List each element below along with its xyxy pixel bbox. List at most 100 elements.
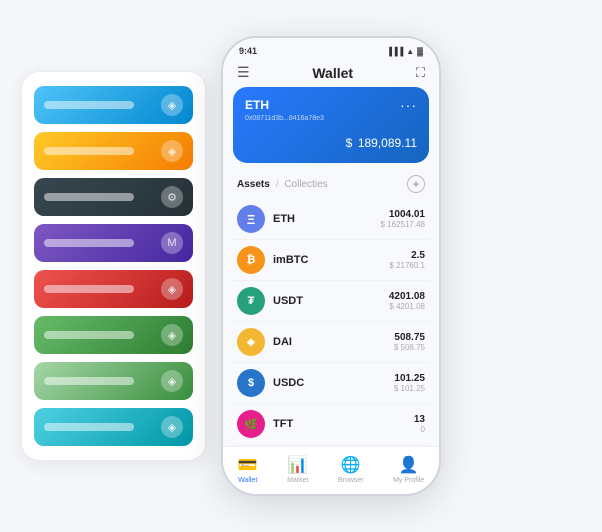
expand-icon[interactable]: ⛶ — [416, 65, 425, 81]
eth-card-header: ETH ··· — [245, 97, 417, 113]
left-wallet-panel: ◈ ◈ ⚙ M ◈ ◈ ◈ ◈ — [21, 71, 206, 461]
imbtc-amount: 2.5 — [389, 250, 425, 261]
tft-icon: 🌿 — [237, 410, 265, 438]
tft-name: TFT — [273, 418, 414, 430]
imbtc-icon: ₿ — [237, 246, 265, 274]
signal-icon: ▐▐▐ — [386, 47, 403, 56]
usdt-amounts: 4201.08 $ 4201.08 — [389, 291, 425, 311]
token-row-tft[interactable]: 🌿 TFT 13 0 — [233, 404, 429, 445]
phone-screen: 9:41 ▐▐▐ ▲ ▓ ☰ Wallet ⛶ ETH ··· 0x0871 — [223, 38, 439, 494]
card-text-dark — [44, 193, 134, 201]
card-text-lightgreen — [44, 377, 134, 385]
dai-icon: ◈ — [237, 328, 265, 356]
market-nav-label: Market — [287, 477, 308, 484]
token-row-usdc[interactable]: $ USDC 101.25 $ 101.25 — [233, 363, 429, 404]
eth-label: ETH — [245, 98, 269, 112]
eth-amounts: 1004.01 $ 162517.48 — [381, 209, 426, 229]
usdc-amounts: 101.25 $ 101.25 — [394, 373, 425, 393]
tft-usd: 0 — [414, 425, 425, 434]
card-text-purple — [44, 239, 134, 247]
assets-tabs: Assets / Collecties — [237, 179, 328, 190]
usdc-amount: 101.25 — [394, 373, 425, 384]
dai-name: DAI — [273, 336, 394, 348]
eth-card[interactable]: ETH ··· 0x08711d3b...8416a78e3 $ 189,089… — [233, 87, 429, 163]
tab-collecties[interactable]: Collecties — [284, 179, 327, 190]
token-row-usdt[interactable]: ₮ USDT 4201.08 $ 4201.08 — [233, 281, 429, 322]
token-list: Ξ ETH 1004.01 $ 162517.48 ₿ imBTC 2.5 $ … — [223, 199, 439, 446]
card-icon-orange: ◈ — [161, 140, 183, 162]
eth-amount: 1004.01 — [381, 209, 426, 220]
add-token-button[interactable]: + — [407, 175, 425, 193]
status-time: 9:41 — [239, 46, 257, 56]
wallet-nav-icon: 💳 — [238, 455, 258, 475]
card-text-red — [44, 285, 134, 293]
card-icon-purple: M — [161, 232, 183, 254]
profile-nav-icon: 👤 — [399, 455, 419, 475]
wallet-card-lightgreen[interactable]: ◈ — [34, 362, 193, 400]
tab-assets[interactable]: Assets — [237, 179, 270, 190]
card-text-skyblue — [44, 423, 134, 431]
browser-nav-label: Browser — [338, 477, 364, 484]
market-nav-icon: 📊 — [288, 455, 308, 475]
card-icon-green: ◈ — [161, 324, 183, 346]
dai-usd: $ 508.75 — [394, 343, 425, 352]
usdt-usd: $ 4201.08 — [389, 302, 425, 311]
status-icons: ▐▐▐ ▲ ▓ — [386, 47, 423, 56]
balance-amount: 189,089.11 — [358, 136, 417, 150]
scene: ◈ ◈ ⚙ M ◈ ◈ ◈ ◈ — [11, 11, 591, 521]
phone-mockup: 9:41 ▐▐▐ ▲ ▓ ☰ Wallet ⛶ ETH ··· 0x0871 — [221, 36, 441, 496]
usdc-icon: $ — [237, 369, 265, 397]
status-bar: 9:41 ▐▐▐ ▲ ▓ — [223, 38, 439, 60]
card-icon-blue: ◈ — [161, 94, 183, 116]
browser-nav-icon: 🌐 — [341, 455, 361, 475]
usdt-name: USDT — [273, 295, 389, 307]
eth-balance: $ 189,089.11 — [245, 130, 417, 153]
imbtc-usd: $ 21760.1 — [389, 261, 425, 270]
battery-icon: ▓ — [417, 47, 423, 56]
balance-currency: $ — [346, 136, 353, 150]
nav-item-market[interactable]: 📊 Market — [287, 455, 308, 484]
usdc-usd: $ 101.25 — [394, 384, 425, 393]
wallet-card-orange[interactable]: ◈ — [34, 132, 193, 170]
nav-item-browser[interactable]: 🌐 Browser — [338, 455, 364, 484]
dai-amount: 508.75 — [394, 332, 425, 343]
eth-icon: Ξ — [237, 205, 265, 233]
tft-amounts: 13 0 — [414, 414, 425, 434]
dai-amounts: 508.75 $ 508.75 — [394, 332, 425, 352]
wallet-card-purple[interactable]: M — [34, 224, 193, 262]
tab-separator: / — [276, 179, 279, 189]
wallet-card-red[interactable]: ◈ — [34, 270, 193, 308]
card-icon-skyblue: ◈ — [161, 416, 183, 438]
eth-more-icon[interactable]: ··· — [400, 97, 417, 113]
card-text-blue — [44, 101, 134, 109]
bottom-nav: 💳 Wallet 📊 Market 🌐 Browser 👤 My Profile — [223, 446, 439, 494]
usdt-amount: 4201.08 — [389, 291, 425, 302]
imbtc-name: imBTC — [273, 254, 389, 266]
menu-icon[interactable]: ☰ — [237, 64, 250, 81]
card-icon-red: ◈ — [161, 278, 183, 300]
page-title: Wallet — [312, 65, 353, 81]
wifi-icon: ▲ — [406, 47, 414, 56]
eth-name: ETH — [273, 213, 381, 225]
wallet-card-green[interactable]: ◈ — [34, 316, 193, 354]
assets-header: Assets / Collecties + — [223, 171, 439, 199]
token-row-dai[interactable]: ◈ DAI 508.75 $ 508.75 — [233, 322, 429, 363]
nav-item-profile[interactable]: 👤 My Profile — [393, 455, 424, 484]
card-icon-lightgreen: ◈ — [161, 370, 183, 392]
tft-amount: 13 — [414, 414, 425, 425]
wallet-nav-label: Wallet — [238, 477, 257, 484]
eth-usd: $ 162517.48 — [381, 220, 426, 229]
token-row-eth[interactable]: Ξ ETH 1004.01 $ 162517.48 — [233, 199, 429, 240]
eth-address: 0x08711d3b...8416a78e3 — [245, 115, 417, 122]
usdt-icon: ₮ — [237, 287, 265, 315]
imbtc-amounts: 2.5 $ 21760.1 — [389, 250, 425, 270]
usdc-name: USDC — [273, 377, 394, 389]
token-row-imbtc[interactable]: ₿ imBTC 2.5 $ 21760.1 — [233, 240, 429, 281]
wallet-card-skyblue[interactable]: ◈ — [34, 408, 193, 446]
wallet-card-dark[interactable]: ⚙ — [34, 178, 193, 216]
nav-item-wallet[interactable]: 💳 Wallet — [238, 455, 258, 484]
profile-nav-label: My Profile — [393, 477, 424, 484]
wallet-card-blue[interactable]: ◈ — [34, 86, 193, 124]
card-text-orange — [44, 147, 134, 155]
card-icon-dark: ⚙ — [161, 186, 183, 208]
